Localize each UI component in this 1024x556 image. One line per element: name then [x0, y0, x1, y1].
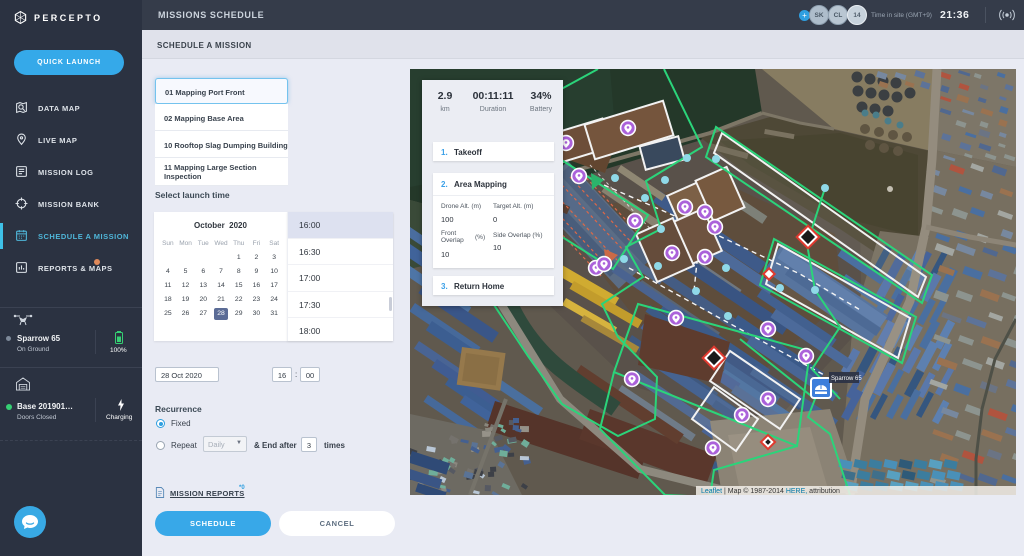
svg-text:Leaflet | Map © 1987-2014 HERE: Leaflet | Map © 1987-2014 HERE, attribut… [701, 487, 840, 495]
svg-text:Sparrow 65: Sparrow 65 [831, 376, 862, 382]
